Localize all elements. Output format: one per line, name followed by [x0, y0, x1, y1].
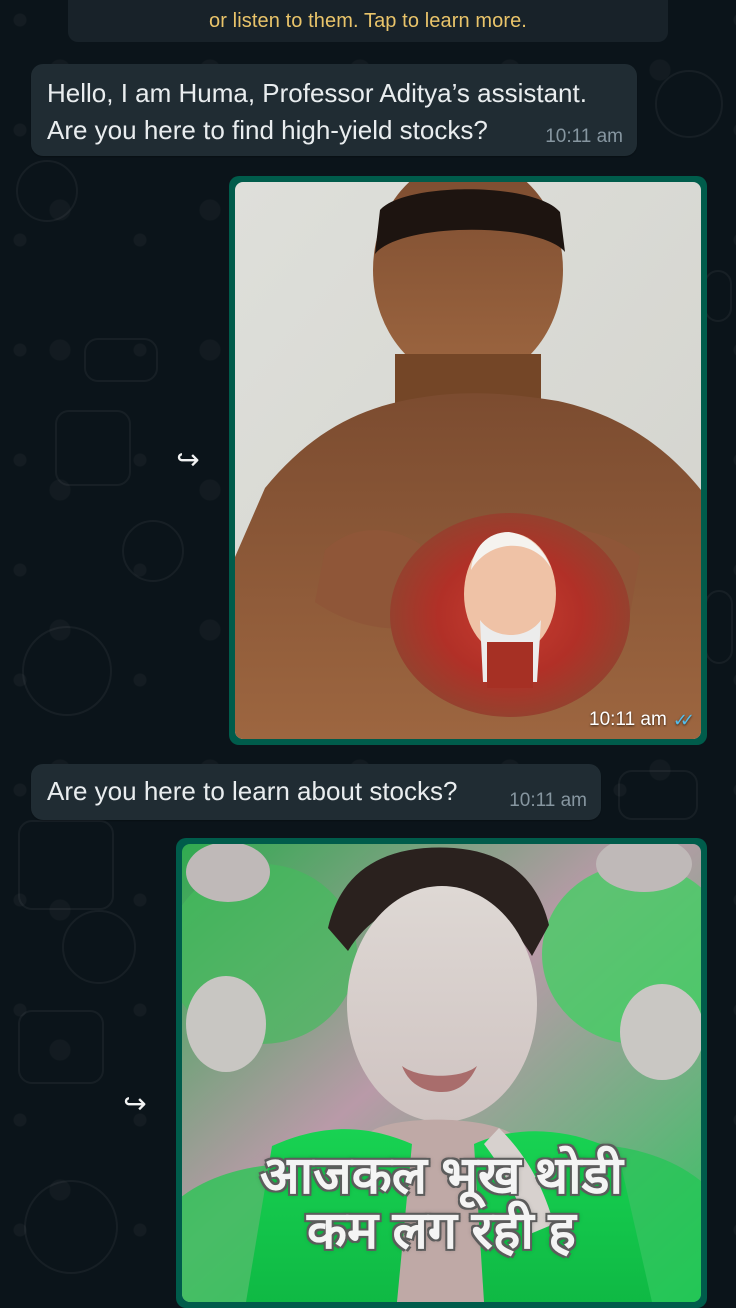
background-doodle [704, 270, 732, 322]
background-doodle [24, 1180, 118, 1274]
message-time: 10:11 am [509, 790, 587, 811]
image-attachment[interactable]: आजकल भूख थोडी कम लग रही ह [182, 844, 701, 1302]
forward-icon: ↪ [176, 443, 200, 475]
message-text: Are you here to learn about stocks? [47, 776, 458, 806]
background-doodle [122, 520, 184, 582]
outgoing-image-bubble[interactable]: आजकल भूख थोडी कम लग रही ह [176, 838, 707, 1308]
photo-of-person [235, 182, 701, 739]
background-doodle [18, 1010, 104, 1084]
chat-screen: or listen to them. Tap to learn more. He… [0, 0, 736, 1308]
message-text: Hello, I am Huma, Professor Aditya’s ass… [47, 75, 622, 149]
message-line: Hello, I am Huma, Professor Aditya’s ass… [47, 78, 587, 108]
image-caption-line: आजकल भूख थोडी [260, 1147, 623, 1205]
background-doodle [22, 626, 112, 716]
image-caption: आजकल भूख थोडी कम लग रही ह [198, 1149, 686, 1258]
outgoing-image-bubble[interactable]: 10:11 am ✓✓ [229, 176, 707, 745]
double-check-icon: ✓✓ [672, 709, 695, 730]
image-time-status: 10:11 am ✓✓ [589, 709, 695, 731]
background-doodle [55, 410, 131, 486]
message-line: Are you here to find high-yield stocks? [47, 115, 488, 145]
image-time: 10:11 am [589, 709, 667, 730]
security-notice[interactable]: or listen to them. Tap to learn more. [68, 0, 668, 42]
background-doodle [16, 160, 78, 222]
message-time: 10:11 am [545, 126, 623, 147]
forward-button[interactable]: ↪ [168, 443, 208, 475]
incoming-message-bubble[interactable]: Hello, I am Huma, Professor Aditya’s ass… [31, 64, 637, 156]
background-doodle [655, 70, 723, 138]
image-caption-line: कम लग रही ह [307, 1201, 576, 1260]
background-doodle [618, 770, 698, 820]
forward-button[interactable]: ↪ [115, 1087, 155, 1119]
background-doodle [62, 910, 136, 984]
background-doodle [84, 338, 158, 382]
incoming-message-bubble[interactable]: Are you here to learn about stocks? 10:1… [31, 764, 601, 820]
background-doodle [705, 590, 733, 664]
forward-icon: ↪ [123, 1087, 147, 1119]
background-doodle [18, 820, 114, 910]
security-notice-text: or listen to them. Tap to learn more. [209, 9, 527, 32]
image-attachment[interactable]: 10:11 am ✓✓ [235, 182, 701, 739]
